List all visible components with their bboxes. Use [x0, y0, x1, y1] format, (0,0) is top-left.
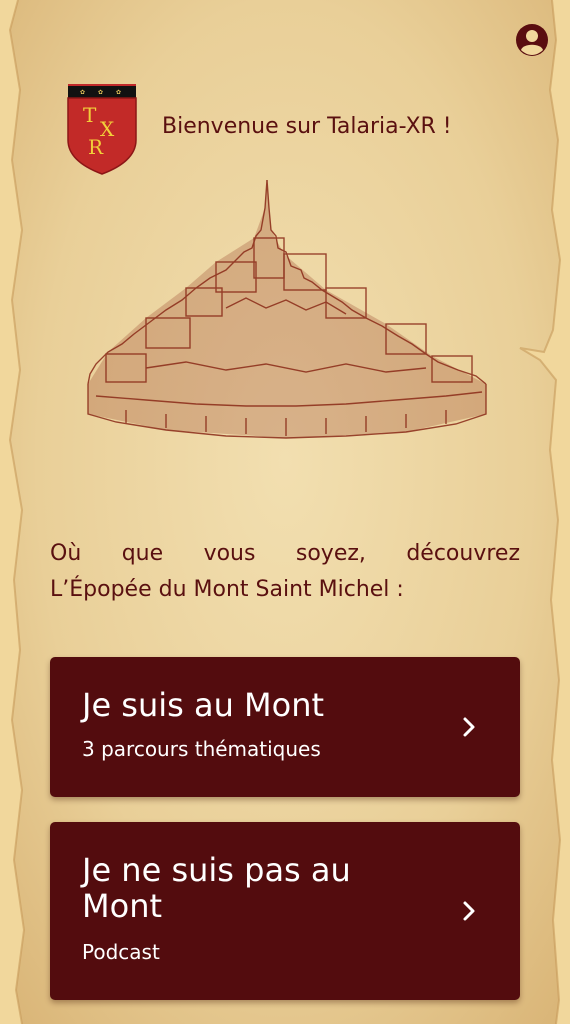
svg-text:R: R	[88, 135, 104, 159]
card-title: Je suis au Mont	[82, 686, 325, 724]
svg-text:T: T	[83, 103, 97, 127]
at-mont-card[interactable]: Je suis au Mont 3 parcours thématiques	[50, 657, 520, 797]
intro-line-1: Où que vous soyez, découvrez	[50, 536, 520, 572]
svg-text:✿: ✿	[116, 89, 121, 96]
not-at-mont-card[interactable]: Je ne suis pas au Mont Podcast	[50, 822, 520, 1000]
card-subtitle: Podcast	[82, 940, 160, 964]
card-subtitle: 3 parcours thématiques	[82, 737, 321, 761]
mont-saint-michel-illustration	[86, 178, 488, 462]
intro-word: soyez,	[295, 541, 366, 566]
svg-text:✿: ✿	[80, 89, 85, 96]
svg-text:✿: ✿	[98, 89, 103, 96]
talaria-logo: ✿ ✿ ✿ T X R	[66, 82, 138, 176]
chevron-right-icon	[462, 716, 476, 738]
welcome-title: Bienvenue sur Talaria-XR !	[162, 114, 452, 139]
intro-line-2: L’Épopée du Mont Saint Michel :	[50, 577, 404, 602]
intro-word: vous	[203, 541, 256, 566]
card-title: Je ne suis pas au Mont	[82, 851, 351, 925]
account-circle-icon[interactable]	[514, 22, 550, 58]
intro-word: que	[121, 541, 164, 566]
intro-word: découvrez	[406, 541, 520, 566]
intro-word: Où	[50, 541, 82, 566]
chevron-right-icon	[462, 900, 476, 922]
intro-text: Où que vous soyez, découvrez L’Épopée du…	[50, 536, 520, 608]
